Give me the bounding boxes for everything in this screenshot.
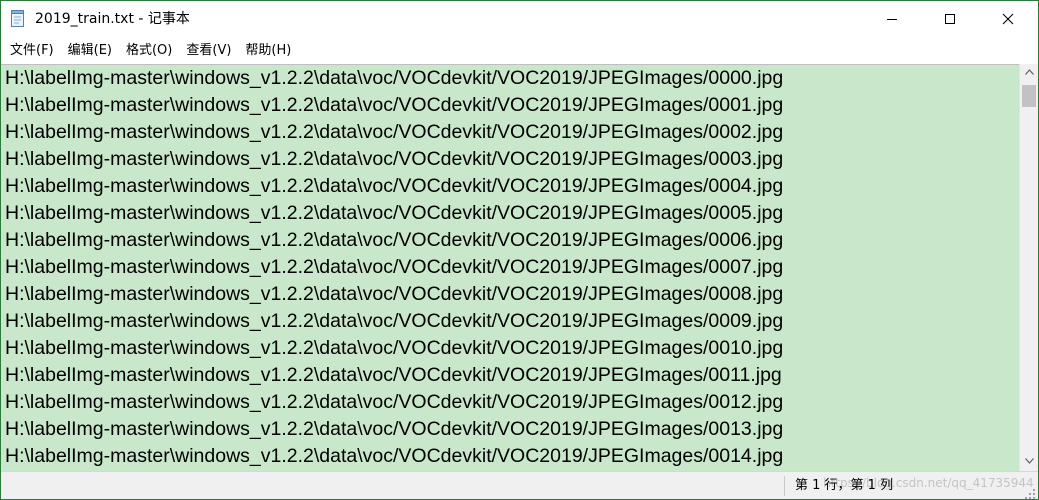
text-line: H:\labelImg-master\windows_v1.2.2\data\v…	[5, 310, 784, 332]
text-line: H:\labelImg-master\windows_v1.2.2\data\v…	[5, 148, 784, 170]
text-line: H:\labelImg-master\windows_v1.2.2\data\v…	[5, 202, 784, 224]
window-title: 2019_train.txt - 记事本	[35, 11, 190, 27]
status-divider	[784, 476, 785, 496]
text-line: H:\labelImg-master\windows_v1.2.2\data\v…	[5, 337, 784, 359]
close-icon	[1002, 10, 1014, 29]
title-bar[interactable]: 2019_train.txt - 记事本	[1, 1, 1038, 37]
text-line: H:\labelImg-master\windows_v1.2.2\data\v…	[5, 283, 784, 305]
minimize-icon	[886, 10, 898, 29]
text-line: H:\labelImg-master\windows_v1.2.2\data\v…	[5, 418, 784, 440]
close-button[interactable]	[979, 1, 1037, 37]
text-line: H:\labelImg-master\windows_v1.2.2\data\v…	[5, 94, 784, 116]
chevron-up-icon	[1024, 68, 1034, 78]
status-bar: https://blog.csdn.net/qq_41735944 第 1 行，…	[1, 471, 1038, 499]
text-line: H:\labelImg-master\windows_v1.2.2\data\v…	[5, 364, 782, 386]
text-line: H:\labelImg-master\windows_v1.2.2\data\v…	[5, 445, 784, 467]
menu-edit[interactable]: 编辑(E)	[61, 40, 119, 62]
minimize-button[interactable]	[863, 1, 921, 37]
text-line: H:\labelImg-master\windows_v1.2.2\data\v…	[5, 391, 784, 413]
menu-help[interactable]: 帮助(H)	[238, 40, 298, 62]
text-line: H:\labelImg-master\windows_v1.2.2\data\v…	[5, 175, 784, 197]
notepad-icon	[10, 10, 26, 28]
maximize-button[interactable]	[921, 1, 979, 37]
text-line: H:\labelImg-master\windows_v1.2.2\data\v…	[5, 256, 784, 278]
menu-view[interactable]: 查看(V)	[179, 40, 238, 62]
menu-bar: 文件(F) 编辑(E) 格式(O) 查看(V) 帮助(H)	[1, 38, 1038, 64]
menu-file[interactable]: 文件(F)	[3, 40, 61, 62]
cursor-position: 第 1 行，第 1 列	[795, 478, 894, 493]
resize-grip-icon[interactable]	[1024, 485, 1036, 499]
text-line: H:\labelImg-master\windows_v1.2.2\data\v…	[5, 229, 784, 251]
scroll-up-button[interactable]	[1020, 64, 1038, 82]
scroll-down-button[interactable]	[1020, 453, 1038, 471]
maximize-icon	[944, 10, 956, 29]
text-line: H:\labelImg-master\windows_v1.2.2\data\v…	[5, 121, 784, 143]
chevron-down-icon	[1024, 457, 1034, 467]
text-editor[interactable]: H:\labelImg-master\windows_v1.2.2\data\v…	[1, 64, 1019, 471]
notepad-window: 2019_train.txt - 记事本 文件(F) 编辑(E) 格式(O) 查…	[0, 0, 1039, 500]
menu-format[interactable]: 格式(O)	[119, 40, 179, 62]
vertical-scrollbar[interactable]	[1019, 64, 1038, 471]
text-line: H:\labelImg-master\windows_v1.2.2\data\v…	[5, 67, 784, 89]
scroll-thumb[interactable]	[1022, 85, 1036, 107]
